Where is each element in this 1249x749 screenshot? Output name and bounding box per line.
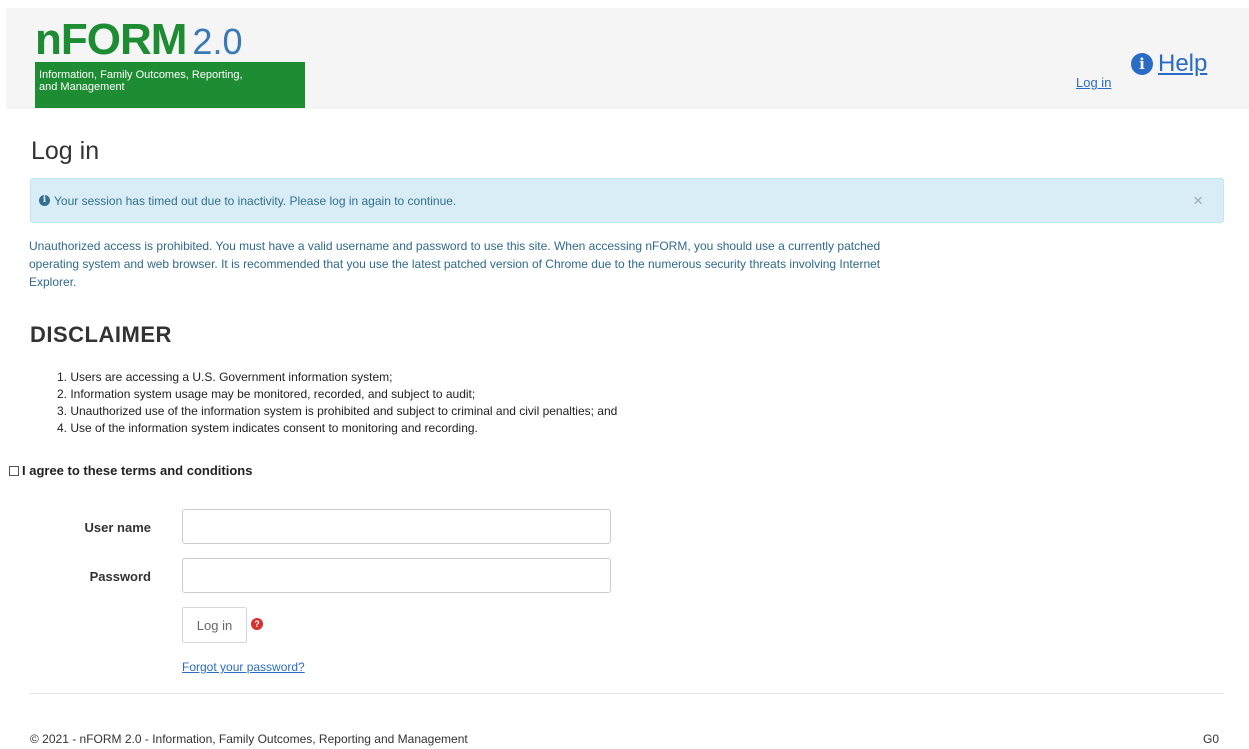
required-error-icon: ? <box>251 618 263 630</box>
logo-subtitle-line1: Information, Family Outcomes, Reporting, <box>39 69 243 81</box>
list-item: 3. Unauthorized use of the information s… <box>57 404 618 418</box>
disclaimer-heading: DISCLAIMER <box>30 322 172 347</box>
username-label: User name <box>84 520 151 535</box>
footer-divider <box>30 693 1224 694</box>
login-button[interactable]: Log in <box>182 607 247 643</box>
agree-checkbox[interactable] <box>9 465 19 476</box>
alert-message: Your session has timed out due to inacti… <box>54 193 457 208</box>
disclaimer-list: 1. Users are accessing a U.S. Government… <box>57 369 617 437</box>
logo-title: nFORM 2.0 <box>35 18 243 62</box>
header-login-link[interactable]: Log in <box>1076 75 1111 90</box>
header-help-link[interactable]: i Help <box>1131 50 1207 78</box>
logo-form: FORM <box>60 15 188 64</box>
list-item: 1. Users are accessing a U.S. Government… <box>57 370 393 384</box>
logo-subtitle-line2: and Management <box>39 81 125 93</box>
logo-subtitle: Information, Family Outcomes, Reporting,… <box>35 62 305 108</box>
info-circle-icon: i <box>1131 53 1153 75</box>
agree-terms[interactable]: I agree to these terms and conditions <box>9 463 252 478</box>
password-field[interactable] <box>182 558 611 593</box>
footer-code: G0 <box>1203 732 1220 746</box>
info-circle-icon: i <box>39 195 50 206</box>
help-label: Help <box>1158 50 1208 77</box>
session-timeout-alert: i Your session has timed out due to inac… <box>30 178 1224 223</box>
password-label: Password <box>89 569 151 584</box>
close-icon[interactable]: × <box>1193 191 1203 211</box>
unauthorized-access-notice: Unauthorized access is prohibited. You m… <box>29 239 881 289</box>
page-title: Log in <box>31 137 100 165</box>
logo-n: n <box>35 15 62 64</box>
username-field[interactable] <box>182 509 611 544</box>
forgot-password-link[interactable]: Forgot your password? <box>182 660 305 674</box>
logo-version: 2.0 <box>192 21 243 62</box>
footer-copyright: © 2021 - nFORM 2.0 - Information, Family… <box>30 732 468 746</box>
header-bar: nFORM 2.0 Information, Family Outcomes, R… <box>6 8 1249 109</box>
list-item: 4. Use of the information system indicat… <box>57 421 478 435</box>
agree-label: I agree to these terms and conditions <box>22 463 253 478</box>
list-item: 2. Information system usage may be monit… <box>57 387 476 401</box>
nform-logo[interactable]: nFORM 2.0 Information, Family Outcomes, R… <box>35 18 305 108</box>
